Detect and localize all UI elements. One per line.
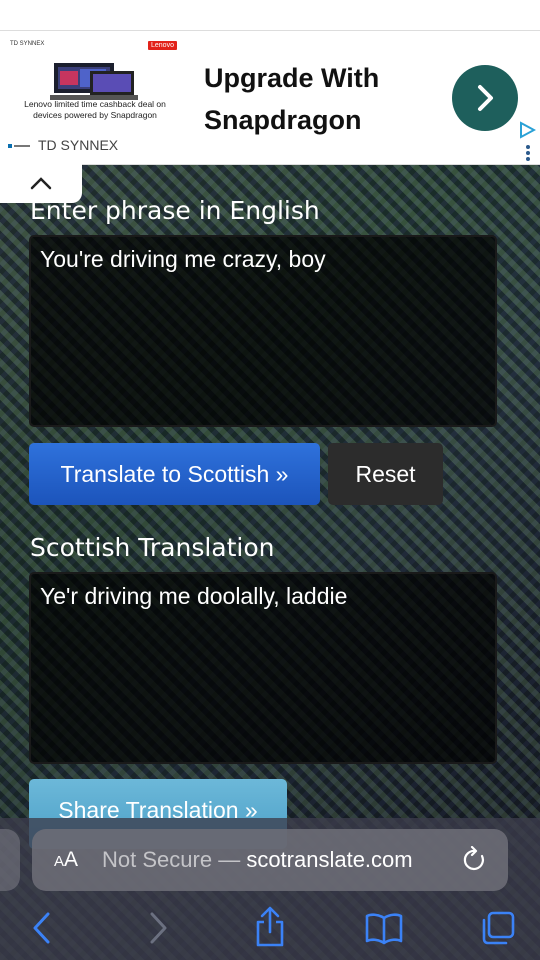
url-domain: scotranslate.com xyxy=(246,847,413,872)
output-label: Scottish Translation xyxy=(30,533,275,562)
chevron-right-icon xyxy=(478,85,493,111)
laptop-image xyxy=(50,63,138,100)
reader-settings-button[interactable]: AA xyxy=(54,848,78,872)
back-icon[interactable] xyxy=(30,910,54,946)
ad-sponsor: TD SYNNEX xyxy=(38,137,119,153)
ad-sponsor-logo xyxy=(8,144,30,148)
url-security-text: Not Secure — xyxy=(102,847,247,872)
ad-caption: Lenovo limited time cashback deal on dev… xyxy=(24,99,166,120)
forward-icon[interactable] xyxy=(146,910,170,946)
ad-brand-badge: Lenovo xyxy=(148,41,177,50)
status-bar xyxy=(0,0,540,30)
chevron-up-icon xyxy=(30,177,52,190)
bookmarks-icon[interactable] xyxy=(364,912,404,946)
input-label: Enter phrase in English xyxy=(30,196,320,225)
share-icon[interactable] xyxy=(253,906,287,948)
ad-headline[interactable]: Upgrade With Snapdragon xyxy=(204,57,434,141)
url-text[interactable]: Not Secure — scotranslate.com xyxy=(102,847,413,873)
aa-small: A xyxy=(54,853,65,870)
previous-tab-preview[interactable] xyxy=(0,829,20,891)
more-options-icon[interactable] xyxy=(525,144,531,162)
translate-button[interactable]: Translate to Scottish » xyxy=(29,443,320,505)
aa-large: A xyxy=(64,848,79,871)
scottish-output[interactable]: Ye'r driving me doolally, laddie xyxy=(29,572,497,764)
ad-choices-icon[interactable] xyxy=(518,121,536,139)
reload-icon[interactable] xyxy=(462,846,488,874)
ad-banner[interactable]: TD SYNNEX Lenovo Lenovo limited time cas… xyxy=(0,30,540,165)
address-bar[interactable]: AA Not Secure — scotranslate.com xyxy=(32,829,508,891)
english-input[interactable]: You're driving me crazy, boy xyxy=(29,235,497,427)
ad-arrow-button[interactable] xyxy=(452,65,518,131)
tabs-icon[interactable] xyxy=(480,910,516,946)
reset-button[interactable]: Reset xyxy=(328,443,443,505)
ad-tiny-logo: TD SYNNEX xyxy=(10,41,45,47)
